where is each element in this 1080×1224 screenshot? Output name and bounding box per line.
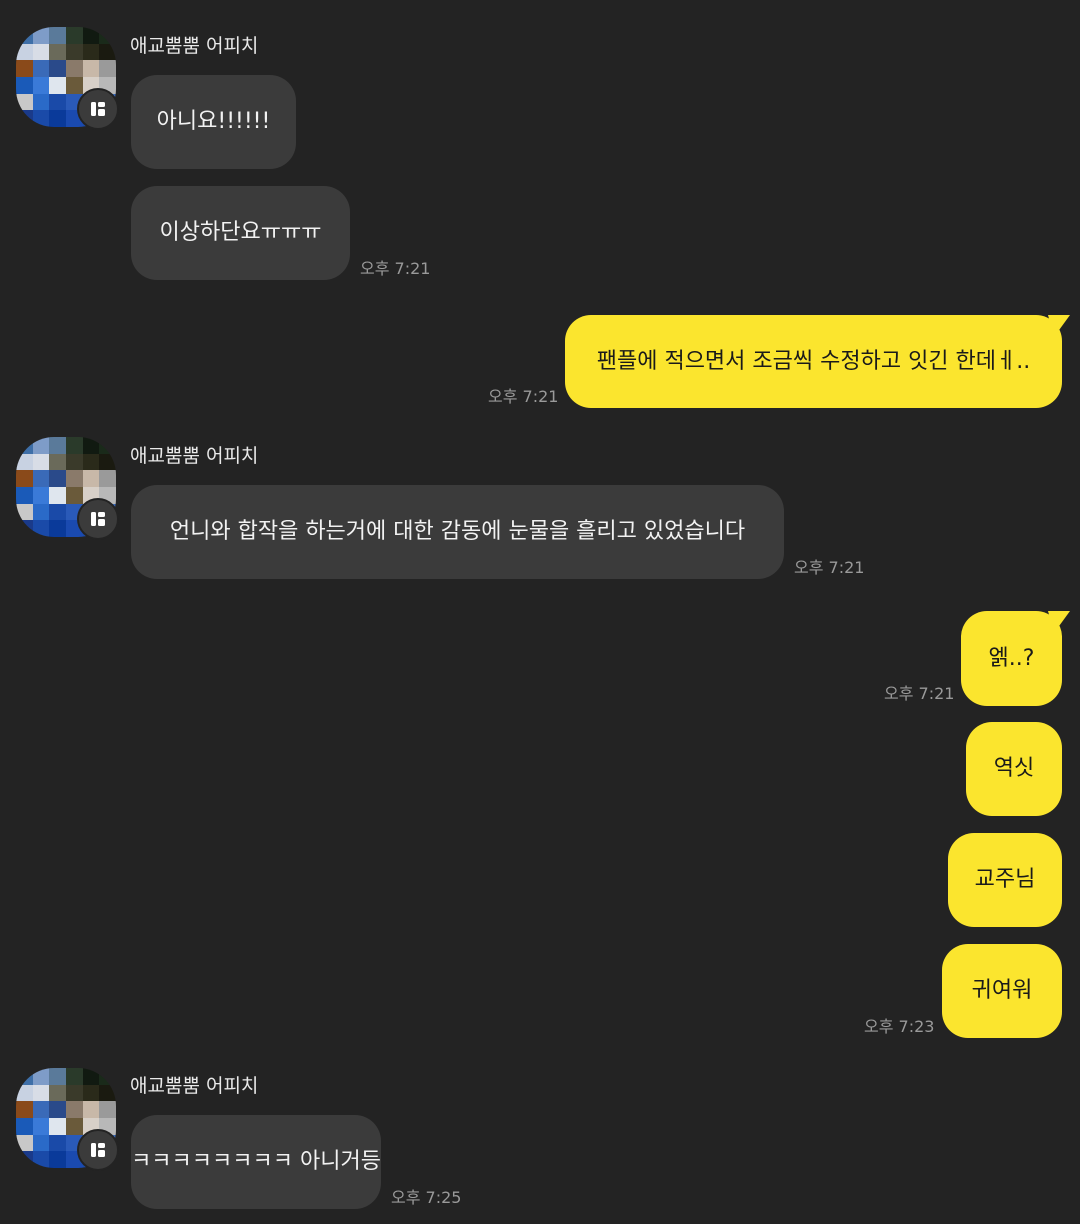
message-timestamp: 오후 7:23	[864, 1017, 935, 1036]
bubble-tail	[1048, 611, 1070, 633]
message-bubble[interactable]: 교주님	[948, 833, 1062, 927]
message-timestamp: 오후 7:21	[884, 684, 955, 703]
app-badge-icon	[77, 498, 119, 540]
sender-name: 애교뿜뿜 어피치	[130, 445, 259, 467]
message-timestamp: 오후 7:25	[391, 1188, 462, 1207]
sender-name: 애교뿜뿜 어피치	[130, 1075, 259, 1097]
message-bubble[interactable]: ㅋㅋㅋㅋㅋㅋㅋㅋ 아니거등	[131, 1115, 381, 1209]
message-timestamp: 오후 7:21	[488, 387, 559, 406]
app-badge-icon	[77, 1129, 119, 1171]
message-bubble[interactable]: 역싯	[966, 722, 1062, 816]
message-bubble[interactable]: 팬플에 적으면서 조금씩 수정하고 잇긴 한데ㅔ..	[565, 315, 1062, 408]
sender-name: 애교뿜뿜 어피치	[130, 35, 259, 57]
bubble-tail	[1048, 315, 1070, 337]
app-badge-icon	[77, 88, 119, 130]
message-timestamp: 오후 7:21	[794, 558, 865, 577]
message-bubble[interactable]: 귀여워	[942, 944, 1062, 1038]
message-bubble[interactable]: 언니와 합작을 하는거에 대한 감동에 눈물을 흘리고 있었습니다	[131, 485, 784, 579]
message-timestamp: 오후 7:21	[360, 259, 431, 278]
message-bubble[interactable]: 이상하단요ㅠㅠㅠ	[131, 186, 350, 280]
message-bubble[interactable]: 아니요!!!!!!	[131, 75, 296, 169]
message-bubble[interactable]: 엙..?	[961, 611, 1062, 706]
